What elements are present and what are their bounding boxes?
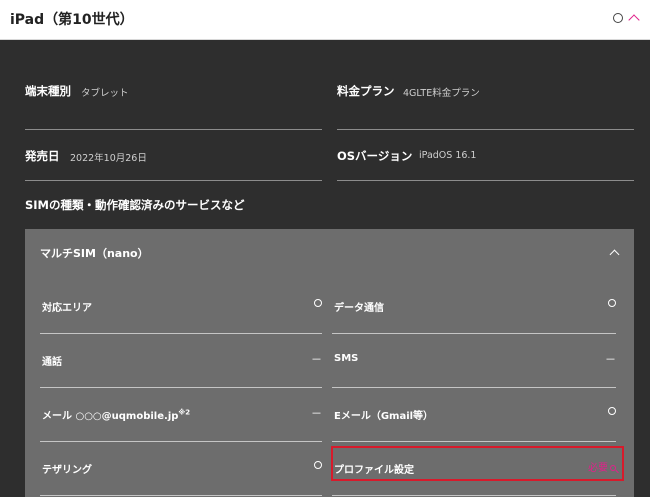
- row-sms: SMS －: [332, 334, 616, 388]
- row-tethering: テザリング: [40, 442, 322, 496]
- row-label: 対応エリア: [42, 303, 92, 314]
- row-value: [314, 459, 322, 472]
- circle-icon: [314, 299, 322, 307]
- circle-icon: [608, 407, 616, 415]
- spec-os-version: OSバージョン iPadOS 16.1: [337, 145, 634, 181]
- circle-icon: [608, 299, 616, 307]
- row-email: Eメール（Gmail等）: [332, 388, 616, 442]
- row-value: －: [605, 353, 616, 366]
- spec-label: 料金プラン: [337, 84, 395, 98]
- row-value: [608, 297, 616, 310]
- row-label: データ通信: [334, 303, 384, 314]
- row-value: －: [311, 407, 322, 420]
- row-label: テザリング: [42, 465, 92, 476]
- row-label: SMS: [334, 353, 359, 364]
- spec-value: タブレット: [81, 88, 129, 99]
- row-data: データ通信: [332, 280, 616, 334]
- circle-icon: [314, 461, 322, 469]
- spec-value: iPadOS 16.1: [419, 150, 477, 161]
- row-label: メール ○○○@uqmobile.jp※2: [42, 407, 190, 422]
- header-actions: [613, 12, 640, 26]
- spec-label: OSバージョン: [337, 149, 413, 163]
- chevron-up-icon[interactable]: [609, 249, 620, 260]
- row-area: 対応エリア: [40, 280, 322, 334]
- row-label: Eメール（Gmail等）: [334, 411, 434, 422]
- row-value: [314, 297, 322, 310]
- accordion-header[interactable]: マルチSIM（nano）: [40, 245, 149, 261]
- spec-release-date: 発売日 2022年10月26日: [25, 145, 322, 181]
- row-mail: メール ○○○@uqmobile.jp※2 －: [40, 388, 322, 442]
- row-value: －: [311, 353, 322, 366]
- row-call: 通話 －: [40, 334, 322, 388]
- mail-label: メール ○○○@uqmobile.jp: [42, 411, 179, 422]
- row-label: 通話: [42, 357, 62, 368]
- spec-value: 2022年10月26日: [70, 153, 147, 164]
- footnote-mark: ※2: [178, 408, 191, 417]
- spec-value: 4GLTE料金プラン: [403, 88, 480, 99]
- page-title: iPad（第10世代）: [10, 12, 134, 28]
- spec-label: 端末種別: [25, 84, 71, 98]
- row-value: [608, 405, 616, 418]
- highlight-box: [331, 446, 624, 481]
- section-title: SIMの種類・動作確認済みのサービスなど: [25, 198, 245, 212]
- chevron-up-icon[interactable]: [628, 14, 640, 26]
- circle-icon: [613, 13, 623, 23]
- spec-device-type: 端末種別 タブレット: [25, 80, 322, 130]
- spec-plan: 料金プラン 4GLTE料金プラン: [337, 80, 634, 130]
- spec-label: 発売日: [25, 149, 60, 163]
- page-header: iPad（第10世代）: [0, 0, 650, 40]
